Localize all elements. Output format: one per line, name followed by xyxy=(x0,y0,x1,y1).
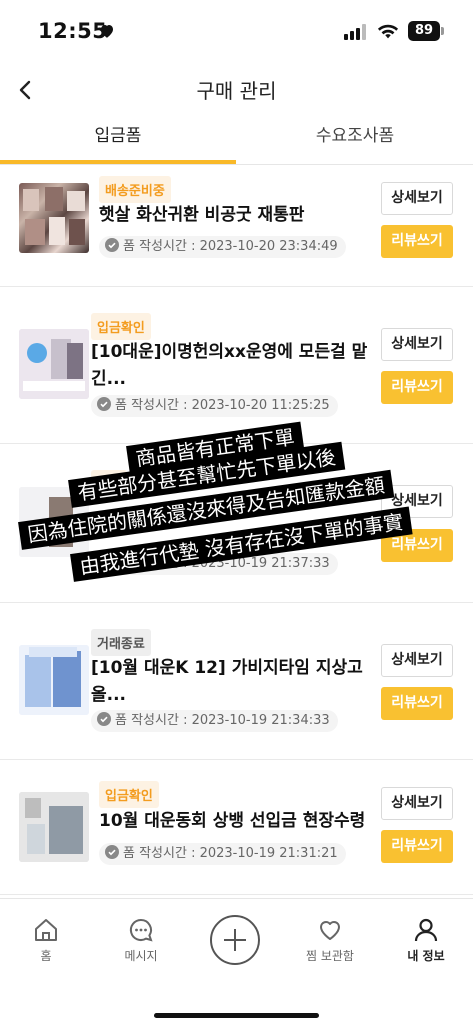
status-badge: 거래종료 xyxy=(91,629,151,656)
status-time: 12:55 xyxy=(38,19,108,43)
order-card[interactable]: 입금확인 10월 대운동회 상뱅 선입금 현장수령 폼 작성시간 : 2023-… xyxy=(0,761,473,895)
review-button[interactable]: 리뷰쓰기 xyxy=(381,225,453,258)
plus-icon[interactable] xyxy=(210,915,260,965)
form-time: 폼 작성시간 : 2023-10-19 21:37:33 xyxy=(91,553,338,575)
order-card[interactable]: 거래종료 [10월 대운K 12] 가비지타임 지상고 올... 폼 작성시간 … xyxy=(0,604,473,760)
thumbnail-art xyxy=(19,329,89,399)
review-button[interactable]: 리뷰쓰기 xyxy=(381,371,453,404)
app-header: 구매 관리 xyxy=(0,62,473,118)
review-button[interactable]: 리뷰쓰기 xyxy=(381,529,453,562)
nav-label: 내 정보 xyxy=(407,949,445,963)
check-circle-icon xyxy=(97,712,111,726)
nav-label: 메시지 xyxy=(124,949,158,963)
status-badge: 입금확인 xyxy=(91,313,151,340)
order-title: [10월 대운K 12] 가비지타임 지상고 올... xyxy=(91,658,363,705)
detail-button[interactable]: 상세보기 xyxy=(381,644,453,677)
form-time-text: 폼 작성시간 : 2023-10-19 21:31:21 xyxy=(123,846,338,861)
order-title: 햇살 화산귀환 비공굿 재통판 xyxy=(99,205,305,225)
form-time-text: 폼 작성시간 : 2023-10-20 23:34:49 xyxy=(123,239,338,254)
check-circle-icon xyxy=(97,397,111,411)
order-card[interactable]: 배송준비중 햇살 화산귀환 비공굿 재통판 폼 작성시간 : 2023-10-2… xyxy=(0,165,473,287)
nav-home[interactable]: 홈 xyxy=(6,917,86,964)
thumbnail-art xyxy=(19,645,89,715)
active-tab-indicator xyxy=(0,160,236,164)
tab-bar: 입금폼 수요조사폼 xyxy=(0,118,473,165)
nav-message[interactable]: 메시지 xyxy=(101,917,181,964)
detail-button[interactable]: 상세보기 xyxy=(381,787,453,820)
check-circle-icon xyxy=(97,555,111,569)
form-time-text: 폼 작성시간 : 2023-10-20 11:25:25 xyxy=(115,398,330,413)
status-badge: 입금 xyxy=(91,470,127,497)
detail-button[interactable]: 상세보기 xyxy=(381,328,453,361)
review-button[interactable]: 리뷰쓰기 xyxy=(381,830,453,863)
product-thumbnail xyxy=(19,645,89,715)
thumbnail-art xyxy=(19,487,89,557)
home-icon xyxy=(35,919,57,941)
thumbnail-art xyxy=(19,792,89,862)
nav-label: 찜 보관함 xyxy=(306,949,354,963)
tab-survey-form[interactable]: 수요조사폼 xyxy=(237,118,473,165)
wifi-icon xyxy=(377,24,399,39)
check-circle-icon xyxy=(105,845,119,859)
status-badge: 배송준비중 xyxy=(99,176,171,203)
review-button[interactable]: 리뷰쓰기 xyxy=(381,687,453,720)
person-icon xyxy=(414,918,438,942)
thumbnail-art xyxy=(23,187,85,245)
order-title: 10월 대운동회 상뱅 선입금 현장수령 xyxy=(99,811,366,831)
product-thumbnail xyxy=(19,183,89,253)
product-thumbnail xyxy=(19,792,89,862)
battery-indicator: 89 xyxy=(408,21,440,41)
product-thumbnail xyxy=(19,487,89,557)
nav-wishlist[interactable]: 찜 보관함 xyxy=(290,917,370,964)
form-time-text: 폼 작성시간 : 2023-10-19 21:37:33 xyxy=(115,556,330,571)
status-bar: 12:55 89 xyxy=(0,0,473,62)
form-time: 폼 작성시간 : 2023-10-19 21:34:33 xyxy=(91,710,338,732)
nav-label: 홈 xyxy=(40,949,52,963)
status-badge: 입금확인 xyxy=(99,781,159,808)
bottom-nav: 홈 메시지 찜 보관함 내 정보 xyxy=(0,898,473,1024)
nav-my-info[interactable]: 내 정보 xyxy=(386,917,466,964)
check-circle-icon xyxy=(105,238,119,252)
heart-icon xyxy=(320,921,340,940)
form-time-text: 폼 작성시간 : 2023-10-19 21:34:33 xyxy=(115,713,330,728)
chat-icon xyxy=(129,918,153,942)
detail-button[interactable]: 상세보기 xyxy=(381,485,453,518)
home-indicator xyxy=(154,1013,319,1018)
form-time: 폼 작성시간 : 2023-10-20 11:25:25 xyxy=(91,395,338,417)
order-card[interactable]: 입금확인 [10대운]이명헌의xx운영에 모든걸 맡긴... 폼 작성시간 : … xyxy=(0,288,473,444)
product-thumbnail xyxy=(19,329,89,399)
form-time: 폼 작성시간 : 2023-10-19 21:31:21 xyxy=(99,843,346,865)
tab-deposit-form[interactable]: 입금폼 xyxy=(0,118,236,165)
page-title: 구매 관리 xyxy=(196,79,277,103)
order-card[interactable]: 입금 폼 작성시간 : 2023-10-19 21:37:33 상세보기 리뷰쓰… xyxy=(0,445,473,603)
battery-tip xyxy=(441,27,444,35)
detail-button[interactable]: 상세보기 xyxy=(381,182,453,215)
signal-icon xyxy=(344,24,366,40)
heart-status-icon xyxy=(101,25,113,38)
order-title: [10대운]이명헌의xx운영에 모든걸 맡긴... xyxy=(91,342,368,389)
form-time: 폼 작성시간 : 2023-10-20 23:34:49 xyxy=(99,236,346,258)
